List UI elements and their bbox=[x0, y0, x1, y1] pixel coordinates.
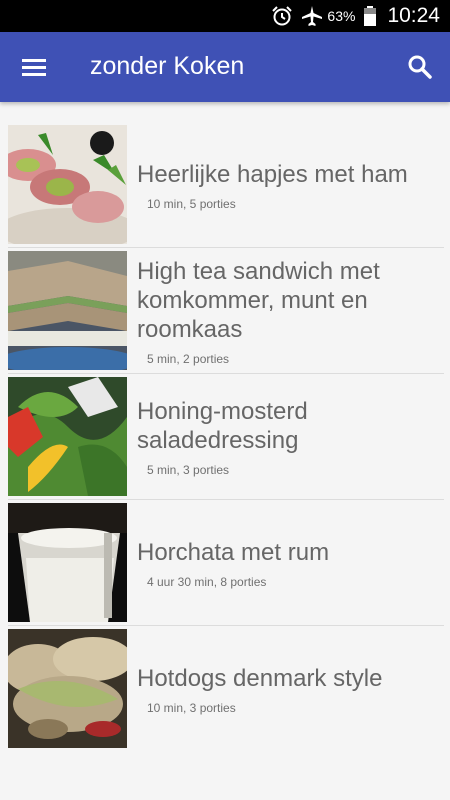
search-button[interactable] bbox=[400, 49, 440, 85]
recipe-list: Heerlijke hapjes met ham 10 min, 5 porti… bbox=[0, 122, 450, 752]
recipe-thumbnail bbox=[8, 377, 127, 496]
app-bar: zonder Koken bbox=[0, 32, 450, 102]
menu-button[interactable] bbox=[14, 49, 54, 85]
recipe-title: Hotdogs denmark style bbox=[137, 664, 383, 692]
recipe-item[interactable]: High tea sandwich met komkommer, munt en… bbox=[0, 248, 450, 374]
menu-icon bbox=[22, 59, 46, 76]
recipe-item[interactable]: Horchata met rum 4 uur 30 min, 8 porties bbox=[0, 500, 450, 626]
search-icon bbox=[408, 55, 432, 79]
recipe-thumbnail bbox=[8, 629, 127, 748]
alarm-icon bbox=[271, 5, 293, 27]
recipe-thumbnail bbox=[8, 503, 127, 622]
battery-icon bbox=[363, 5, 377, 27]
recipe-meta: 10 min, 3 porties bbox=[147, 700, 236, 715]
recipe-meta: 10 min, 5 porties bbox=[147, 196, 236, 211]
recipe-meta: 5 min, 2 porties bbox=[147, 351, 230, 366]
recipe-thumbnail bbox=[8, 251, 127, 370]
recipe-item[interactable]: Heerlijke hapjes met ham 10 min, 5 porti… bbox=[0, 122, 450, 248]
recipe-title: High tea sandwich met komkommer, munt en… bbox=[137, 257, 380, 343]
recipe-thumbnail bbox=[8, 125, 127, 244]
recipe-title: Honing-mosterd saladedressing bbox=[137, 398, 308, 454]
recipe-title: Heerlijke hapjes met ham bbox=[137, 160, 408, 188]
battery-percent: 63% bbox=[327, 8, 356, 24]
page-title: zonder Koken bbox=[90, 52, 245, 80]
recipe-meta: 4 uur 30 min, 8 porties bbox=[147, 574, 267, 589]
clock: 10:24 bbox=[387, 4, 440, 27]
recipe-item[interactable]: Hotdogs denmark style 10 min, 3 porties bbox=[0, 626, 450, 752]
airplane-mode-icon bbox=[301, 5, 323, 27]
recipe-title: Horchata met rum bbox=[137, 538, 330, 566]
recipe-meta: 5 min, 3 porties bbox=[147, 463, 230, 477]
status-bar: 63% 10:24 bbox=[0, 0, 450, 32]
recipe-item[interactable]: Honing-mosterd saladedressing 5 min, 3 p… bbox=[0, 374, 450, 500]
